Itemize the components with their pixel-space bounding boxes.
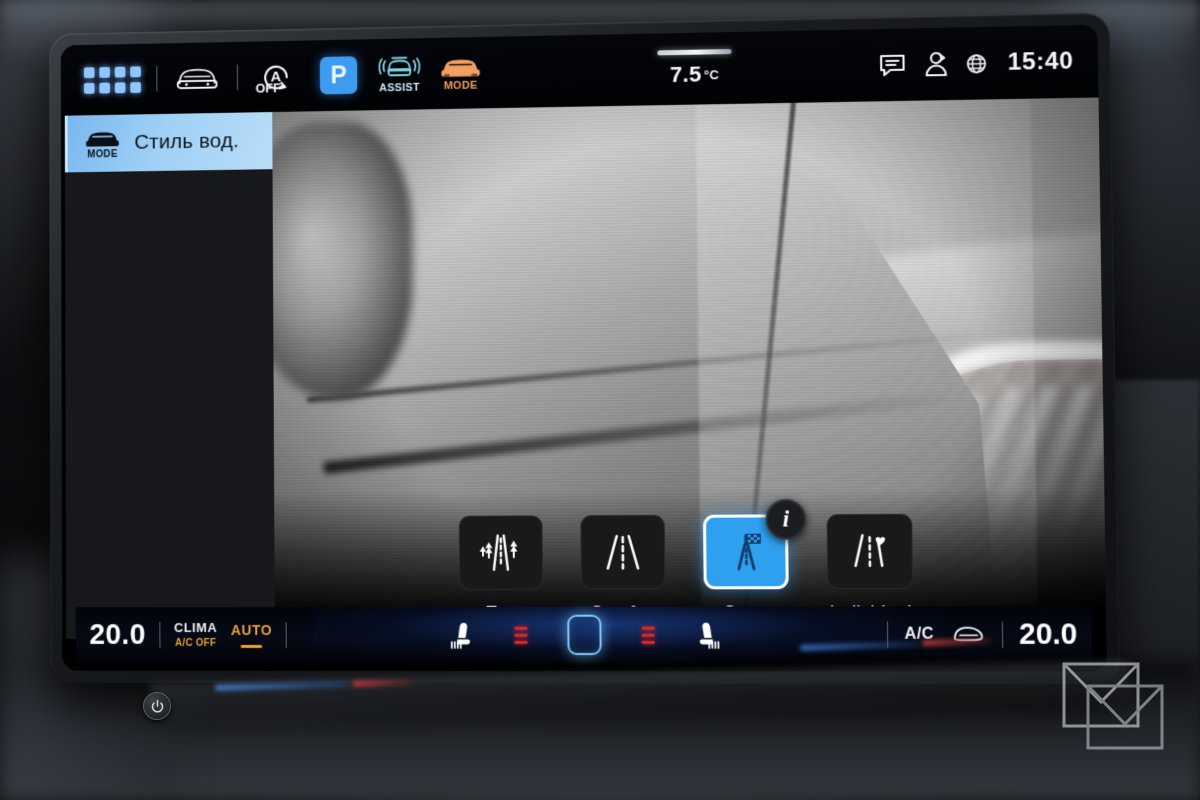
park-brake-button[interactable]: P [308, 45, 369, 105]
roof-blind-indicator-icon [657, 48, 732, 56]
drive-mode-button[interactable]: MODE [430, 43, 492, 104]
clima-button[interactable]: CLIMA A/C OFF [174, 620, 218, 649]
info-icon[interactable]: i [765, 499, 807, 540]
status-bar-right-group: 15:40 [878, 47, 1078, 79]
auto-start-stop-icon: A OFF [254, 55, 301, 97]
driver-temperature[interactable]: 20.0 [89, 619, 146, 652]
power-icon [150, 699, 165, 714]
climate-bar: 20.0 CLIMA A/C OFF AUTO A/C 20.0 [75, 606, 1093, 664]
heated-seat-left-icon[interactable] [448, 620, 474, 650]
screen-body: MODE Стиль вод. i [60, 97, 1107, 672]
travel-assist-label: ASSIST [379, 81, 421, 95]
auto-start-stop-button[interactable]: A OFF [248, 46, 309, 106]
globe-icon[interactable] [966, 53, 988, 75]
drive-mode-eco-tile[interactable] [458, 515, 544, 590]
climate-divider-1 [159, 622, 161, 648]
status-bar-left-group: A OFF P ASSIST MODE [78, 43, 491, 110]
clima-status: A/C OFF [175, 637, 217, 649]
vehicle-button[interactable] [167, 48, 227, 108]
power-button[interactable] [143, 692, 171, 720]
sidebar-title: Стиль вод. [134, 129, 240, 154]
sidebar-panel: MODE Стиль вод. [64, 112, 275, 639]
climate-center-group [287, 614, 887, 655]
outside-temperature: 7.5 °C [670, 61, 720, 88]
travel-assist-icon [376, 54, 423, 83]
display-glass: A OFF P ASSIST MODE 7.5 °C 15:40 MODE Ст… [60, 24, 1107, 672]
road-checkered-flag-icon [722, 531, 769, 574]
drive-mode-comfort-tile[interactable] [580, 514, 666, 590]
svg-text:OFF: OFF [255, 80, 281, 95]
road-with-heart-icon [846, 531, 893, 572]
heated-seat-right-icon[interactable] [695, 620, 722, 650]
apps-grid-icon [83, 65, 141, 94]
message-bubble-icon[interactable] [878, 52, 907, 79]
brand-logo-watermark [1058, 656, 1178, 766]
status-divider [156, 66, 158, 92]
outside-temperature-group: 7.5 °C [513, 46, 879, 91]
car-front-icon [175, 65, 220, 91]
drive-mode-individual-tile[interactable] [826, 513, 914, 590]
clock: 15:40 [1007, 47, 1074, 76]
ivi-screen: A OFF P ASSIST MODE 7.5 °C 15:40 MODE Ст… [60, 24, 1107, 672]
road-straight-icon [600, 532, 647, 572]
car-mode-icon: MODE [83, 127, 122, 160]
sidebar-header-driving-style[interactable]: MODE Стиль вод. [64, 112, 273, 173]
infotainment-display-bezel: A OFF P ASSIST MODE 7.5 °C 15:40 MODE Ст… [49, 12, 1120, 684]
user-profile-icon[interactable] [924, 51, 949, 78]
auto-label: AUTO [230, 622, 273, 638]
auto-climate-button[interactable]: AUTO [231, 622, 273, 648]
sidebar: MODE Стиль вод. [60, 112, 276, 671]
outside-temp-unit: °C [703, 67, 720, 83]
passenger-temperature[interactable]: 20.0 [1019, 618, 1078, 652]
climate-left-group: 20.0 CLIMA A/C OFF AUTO [89, 619, 288, 652]
travel-assist-button[interactable]: ASSIST [369, 44, 430, 104]
main-content: Eco Comfort [272, 97, 1107, 672]
park-brake-icon: P [319, 56, 358, 95]
road-with-trees-icon [478, 532, 524, 574]
home-square-icon[interactable] [566, 614, 602, 655]
drive-mode-label: MODE [443, 79, 478, 93]
right-seat-heat-level[interactable] [641, 626, 655, 644]
drive-mode-car-icon [438, 54, 484, 81]
status-divider-2 [236, 64, 238, 91]
climate-divider-4 [1001, 621, 1003, 648]
clima-label: CLIMA [174, 620, 218, 636]
left-seat-heat-level[interactable] [514, 626, 528, 644]
auto-active-underline [240, 644, 263, 648]
app-grid-button[interactable] [78, 50, 147, 110]
outside-temp-value: 7.5 [669, 61, 702, 88]
car-mode-icon-sublabel: MODE [87, 148, 118, 160]
